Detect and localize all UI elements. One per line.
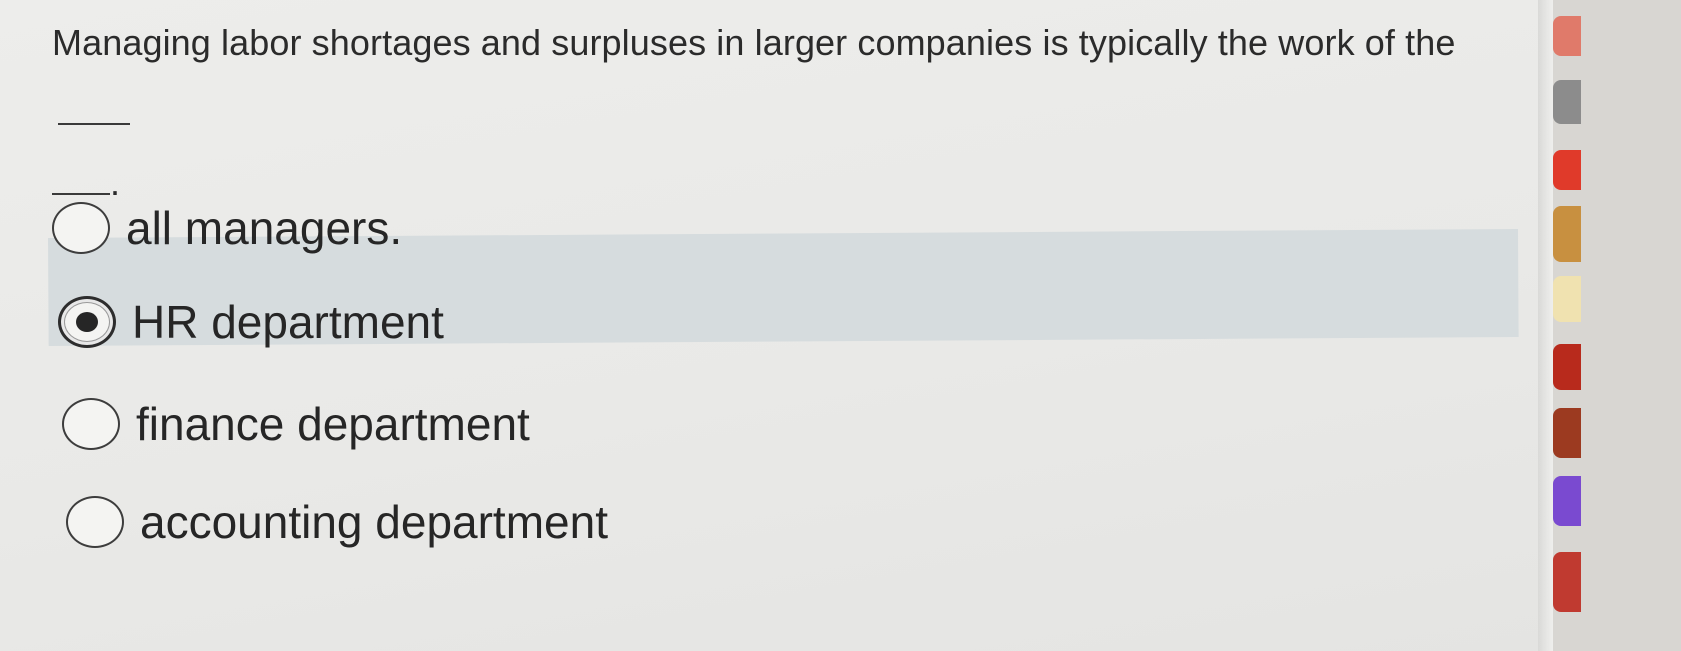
radio-button[interactable]	[66, 496, 124, 548]
question-text: Managing labor shortages and surpluses i…	[52, 8, 1532, 218]
answer-blank-line	[58, 93, 130, 125]
option-accounting-department[interactable]: accounting department	[66, 482, 608, 562]
option-label: finance department	[136, 398, 530, 450]
quiz-screen: Managing labor shortages and surpluses i…	[0, 0, 1681, 651]
radio-button-selected[interactable]	[58, 296, 116, 348]
option-hr-department[interactable]: HR department	[58, 282, 444, 362]
option-all-managers[interactable]: all managers.	[52, 188, 402, 268]
option-finance-department[interactable]: finance department	[62, 384, 530, 464]
dock-app-icon[interactable]	[1553, 476, 1581, 526]
dock-app-icon[interactable]	[1553, 16, 1581, 56]
dock-app-icon[interactable]	[1553, 276, 1581, 322]
radio-button[interactable]	[52, 202, 110, 254]
radio-selected-dot	[76, 312, 98, 332]
dock-app-icon[interactable]	[1553, 206, 1581, 262]
dock-app-icon[interactable]	[1553, 408, 1581, 458]
dock-app-icon[interactable]	[1553, 552, 1581, 612]
dock-app-icon[interactable]	[1553, 150, 1581, 190]
radio-button[interactable]	[62, 398, 120, 450]
option-label: accounting department	[140, 496, 608, 548]
option-label: HR department	[132, 296, 444, 348]
dock-app-icon[interactable]	[1553, 80, 1581, 124]
option-label: all managers.	[126, 202, 403, 254]
question-prompt: Managing labor shortages and surpluses i…	[52, 22, 1456, 63]
dock-app-icon[interactable]	[1553, 344, 1581, 390]
